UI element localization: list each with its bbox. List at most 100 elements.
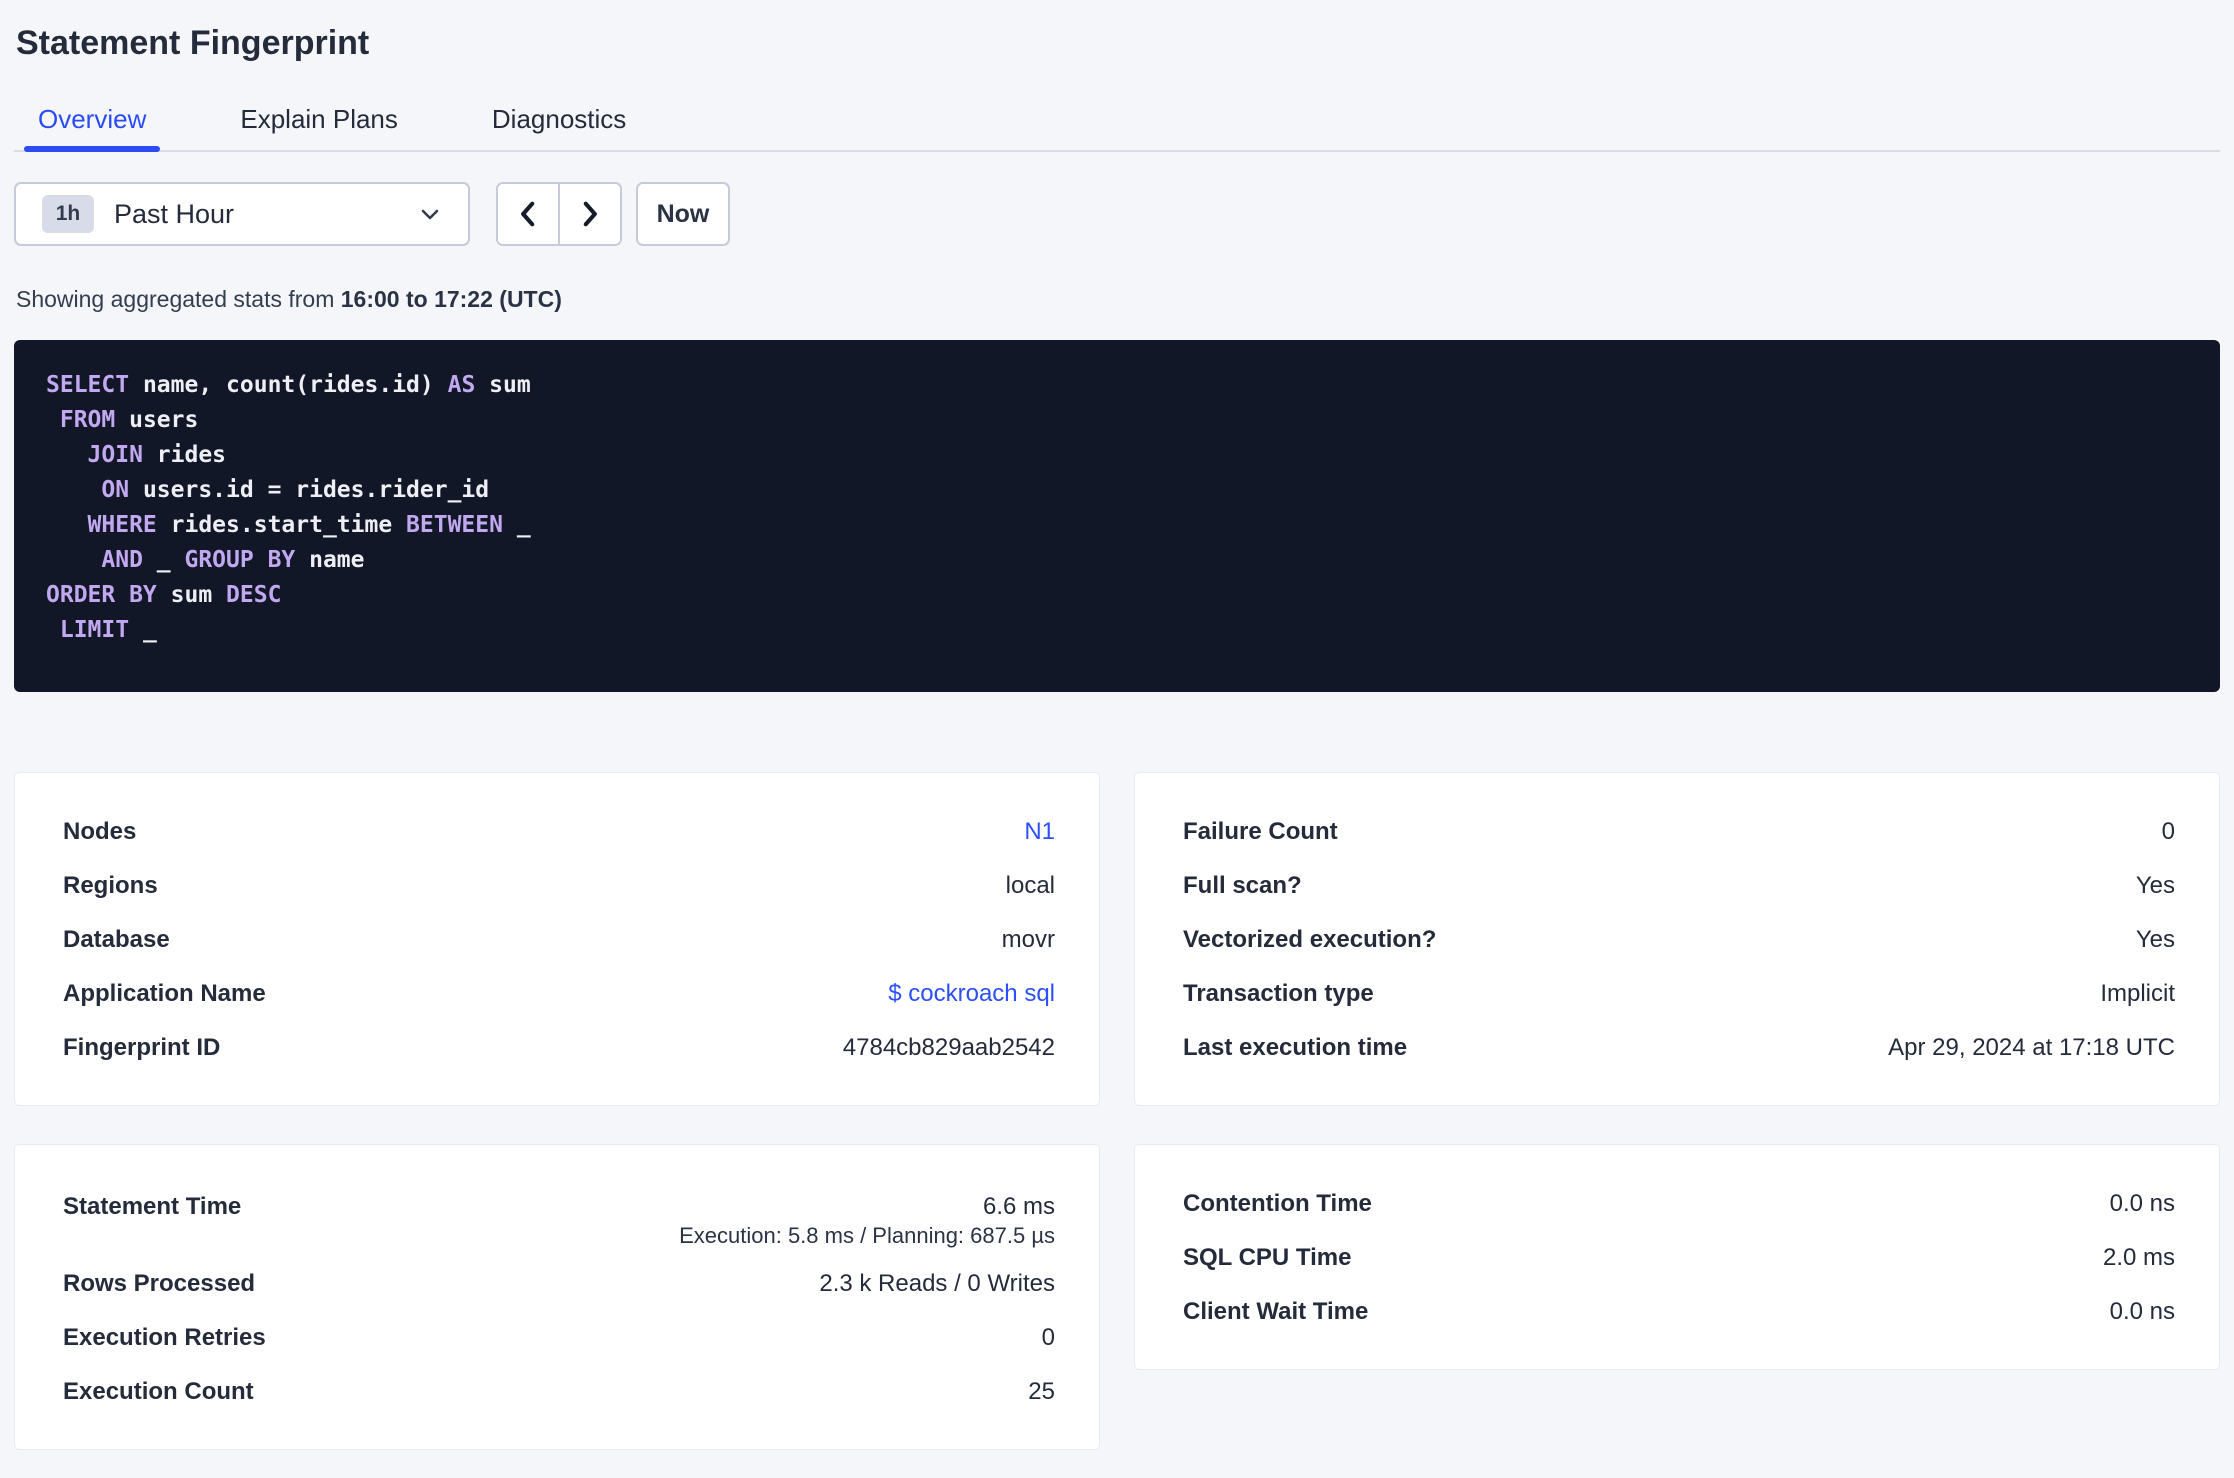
stat-row: Statement Time 6.6 ms <box>63 1177 1055 1221</box>
sql-keyword: BETWEEN <box>406 512 503 538</box>
sql-text: users.id = rides.rider_id <box>129 477 490 503</box>
sql-statement-fingerprint-box: SELECT name, count(rides.id) AS sum FROM… <box>14 340 2220 692</box>
stat-value: local <box>1005 872 1055 899</box>
stat-label: Execution Retries <box>63 1324 266 1351</box>
statement-fingerprint-page: Statement Fingerprint Overview Explain P… <box>0 20 2234 1450</box>
stat-row: Contention Time 0.0 ns <box>1183 1177 2175 1231</box>
time-step-button-group <box>496 182 622 246</box>
time-range-badge: 1h <box>42 195 94 233</box>
stat-label: SQL CPU Time <box>1183 1244 1352 1271</box>
now-button[interactable]: Now <box>636 182 730 246</box>
stat-value: 0.0 ns <box>2109 1298 2175 1325</box>
time-range-dropdown[interactable]: 1h Past Hour <box>14 182 470 246</box>
stat-label: Full scan? <box>1183 872 1302 899</box>
sql-text: users <box>115 407 199 433</box>
chevron-left-icon <box>513 197 543 231</box>
stat-row: Execution Count 25 <box>63 1365 1055 1419</box>
tab-bar: Overview Explain Plans Diagnostics <box>14 102 2220 152</box>
stat-value: 0.0 ns <box>2109 1190 2175 1217</box>
stat-cards-grid: Nodes N1 Regions local Database movr Applicati… <box>14 772 2220 1450</box>
stat-label: Regions <box>63 872 158 899</box>
stat-label: Failure Count <box>1183 818 1338 845</box>
stat-label: Application Name <box>63 980 266 1007</box>
execution-attributes-card: Failure Count 0 Full scan? Yes Vectorized ex… <box>1134 772 2220 1106</box>
stat-label: Nodes <box>63 818 137 845</box>
sql-text: _ <box>142 547 185 573</box>
stat-row: Rows Processed 2.3 k Reads / 0 Writes <box>63 1257 1055 1311</box>
sql-keyword: AS <box>447 372 476 398</box>
page-title: Statement Fingerprint <box>16 24 370 62</box>
stat-label: Contention Time <box>1183 1190 1372 1217</box>
stat-row: Failure Count 0 <box>1183 805 2175 859</box>
statement-attributes-card: Nodes N1 Regions local Database movr Applicati… <box>14 772 1100 1106</box>
stat-row: Client Wait Time 0.0 ns <box>1183 1285 2175 1339</box>
sql-keyword: FROM <box>59 407 116 433</box>
tab-diagnostics[interactable]: Diagnostics <box>478 102 640 150</box>
aggregation-summary-range: 16:00 to 17:22 (UTC) <box>340 286 562 312</box>
sql-keyword: ON <box>101 477 130 503</box>
sql-keyword: SELECT <box>46 372 130 398</box>
stat-value: 0 <box>1041 1324 1055 1351</box>
stat-value: 4784cb829aab2542 <box>842 1034 1055 1061</box>
stat-row: Database movr <box>63 913 1055 967</box>
tab-explain-plans[interactable]: Explain Plans <box>226 102 412 150</box>
stat-label: Last execution time <box>1183 1034 1408 1061</box>
stat-label: Rows Processed <box>63 1270 256 1297</box>
stat-label: Vectorized execution? <box>1183 926 1437 953</box>
chevron-down-icon <box>418 202 442 226</box>
stat-value: Yes <box>2135 926 2175 953</box>
stat-row: SQL CPU Time 2.0 ms <box>1183 1231 2175 1285</box>
time-range-label: Past Hour <box>114 198 235 229</box>
sql-text: sum <box>156 582 227 608</box>
statement-times-card: Statement Time 6.6 ms Execution: 5.8 ms / … <box>14 1144 1100 1450</box>
stat-row: Vectorized execution? Yes <box>1183 913 2175 967</box>
stat-value: 2.3 k Reads / 0 Writes <box>819 1270 1055 1297</box>
next-time-button[interactable] <box>558 184 620 244</box>
stat-row: Last execution time Apr 29, 2024 at 17:18… <box>1183 1021 2175 1075</box>
stat-label: Fingerprint ID <box>63 1034 221 1061</box>
stat-label: Client Wait Time <box>1183 1298 1369 1325</box>
stat-value-link[interactable]: $ cockroach sql <box>888 980 1055 1008</box>
stat-value: 0 <box>2161 818 2175 845</box>
sql-text: name <box>295 547 365 573</box>
stat-label: Database <box>63 926 170 953</box>
stat-row: Nodes N1 <box>63 805 1055 859</box>
stat-value: 6.6 ms <box>982 1193 1055 1220</box>
stat-value: Yes <box>2135 872 2175 899</box>
previous-time-button[interactable] <box>498 184 558 244</box>
stat-value: 2.0 ms <box>2102 1244 2175 1271</box>
sql-text: name, count(rides.id) <box>129 372 448 398</box>
stat-value: 25 <box>1028 1378 1055 1405</box>
sql-keyword: LIMIT <box>59 617 130 643</box>
sql-keyword: DESC <box>226 582 282 608</box>
stat-value: movr <box>1001 926 1055 953</box>
sql-text: sum <box>475 372 531 398</box>
time-picker-controls: 1h Past Hour Now <box>14 182 2220 246</box>
sql-text: _ <box>129 617 157 643</box>
sql-keyword: WHERE <box>87 512 157 538</box>
sql-keyword: AND <box>101 547 143 573</box>
stat-label: Statement Time <box>63 1193 242 1220</box>
stat-value-link[interactable]: N1 <box>1024 818 1055 846</box>
stat-label: Execution Count <box>63 1378 254 1405</box>
stat-row: Full scan? Yes <box>1183 859 2175 913</box>
stat-row: Regions local <box>63 859 1055 913</box>
sql-text: rides.start_time <box>156 512 407 538</box>
sql-text: rides <box>142 442 227 468</box>
wait-times-card: Contention Time 0.0 ns SQL CPU Time 2.0 ms C… <box>1134 1144 2220 1370</box>
tab-overview[interactable]: Overview <box>24 102 161 152</box>
stat-row: Execution Retries 0 <box>63 1311 1055 1365</box>
stat-label: Transaction type <box>1183 980 1374 1007</box>
stat-row: Fingerprint ID 4784cb829aab2542 <box>63 1021 1055 1075</box>
sql-keyword: GROUP BY <box>184 547 296 573</box>
stat-row: Transaction type Implicit <box>1183 967 2175 1021</box>
aggregation-summary-prefix: Showing aggregated stats from <box>16 286 341 312</box>
aggregation-summary: Showing aggregated stats from 16:00 to 1… <box>16 286 2220 312</box>
sql-keyword: JOIN <box>87 442 143 468</box>
